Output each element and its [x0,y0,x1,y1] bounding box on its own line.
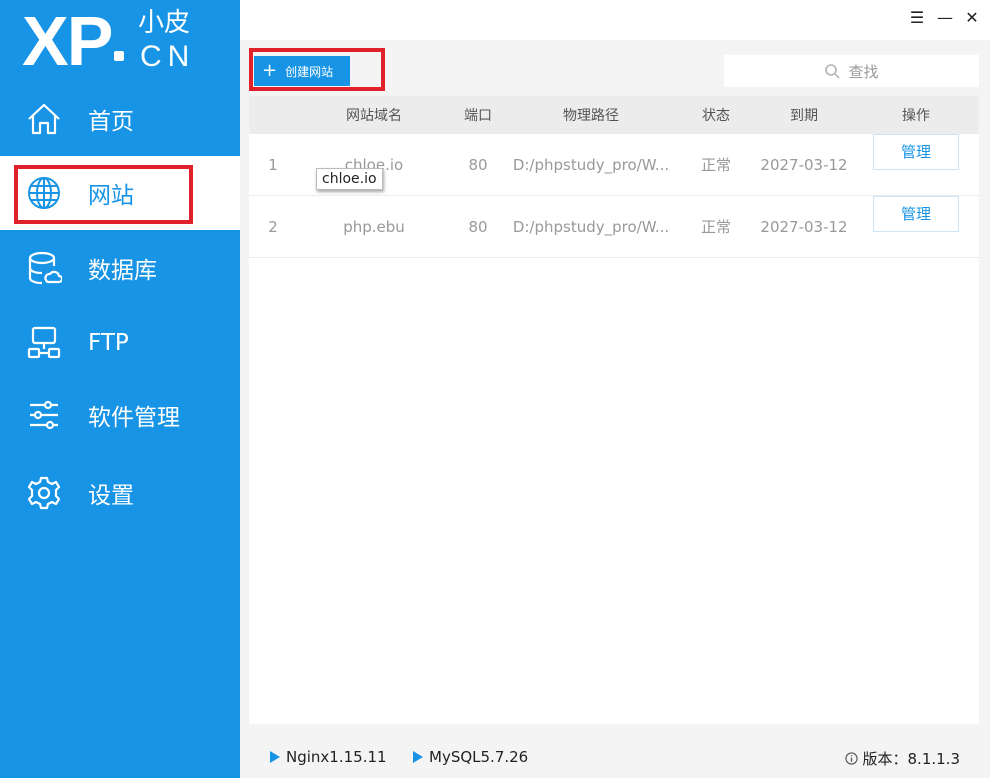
row-port: 80 [468,218,488,236]
title-bar [240,0,990,40]
search-placeholder: 查找 [848,62,879,81]
create-website-button[interactable]: + 创建网站 [254,56,350,86]
row-expiry: 2027-03-12 [760,218,848,236]
sliders-icon [30,400,58,430]
column-header: 端口 [464,108,492,124]
search-icon [825,64,841,79]
create-website-label: 创建网站 [285,64,334,79]
table-header: 网站域名 端口 物理路径 状态 到期 操作 [249,96,979,134]
gear-icon [27,476,61,510]
info-icon [844,752,858,765]
domain-tooltip: chloe.io [316,168,383,190]
sidebar-item-website[interactable]: 网站 [0,156,240,230]
column-header: 到期 [790,108,818,124]
row-port: 80 [468,156,488,174]
minimize-button[interactable]: — [935,8,955,28]
sidebar-item-label: 软件管理 [88,405,180,431]
row-expiry: 2027-03-12 [760,156,848,174]
sidebar-item-settings[interactable]: 设置 [0,456,240,530]
sidebar-item-home[interactable]: 首页 [0,82,240,156]
globe-icon [28,177,60,209]
row-index: 1 [268,156,278,174]
column-header: 状态 [702,108,730,124]
sidebar-item-label: 网站 [88,183,134,209]
nginx-service[interactable]: Nginx1.15.11 [270,748,387,766]
row-domain: php.ebu [343,218,405,236]
logo-bottom-text: CN [140,40,196,73]
database-icon [28,251,62,285]
manage-button[interactable]: 管理 [873,134,959,170]
column-header: 网站域名 [346,108,402,124]
logo-top-text: 小皮 [138,8,191,38]
sidebar-item-label: 设置 [88,483,134,509]
menu-button[interactable]: ☰ [907,8,927,28]
play-icon [270,751,280,763]
version-info: 版本： 8.1.1.3 [844,748,960,769]
logo-dot [114,51,124,61]
row-path: D:/phpstudy_pro/W... [512,156,670,174]
sidebar: XP 小皮 CN 首页 网站 数据库 FTP 软件管理 设置 [0,0,240,778]
sidebar-item-label: 数据库 [88,258,157,284]
version-value: 8.1.1.3 [907,749,960,768]
row-path: D:/phpstudy_pro/W... [512,218,670,236]
play-icon [413,751,423,763]
row-index: 2 [268,218,278,236]
sidebar-item-ftp[interactable]: FTP [0,306,240,380]
mysql-label: MySQL5.7.26 [429,748,529,766]
logo-main: XP [22,2,113,80]
sidebar-item-label: 首页 [88,109,134,135]
row-status: 正常 [700,156,731,174]
mysql-service[interactable]: MySQL5.7.26 [413,748,528,766]
version-label: 版本： [862,750,908,768]
home-icon [28,103,60,135]
search-input[interactable]: 查找 [724,55,979,87]
plus-icon: + [262,60,278,81]
sidebar-item-database[interactable]: 数据库 [0,231,240,305]
column-header: 物理路径 [563,108,619,124]
row-status: 正常 [700,218,731,236]
close-button[interactable]: ✕ [962,8,982,28]
sidebar-item-label: FTP [88,330,129,356]
status-bar: Nginx1.15.11 MySQL5.7.26 版本： 8.1.1.3 [240,740,990,778]
ftp-icon [27,326,61,359]
sidebar-item-software[interactable]: 软件管理 [0,378,240,452]
nginx-label: Nginx1.15.11 [286,748,387,766]
table-row[interactable]: 2 php.ebu 80 D:/phpstudy_pro/W... 正常 202… [249,196,979,258]
column-header: 操作 [902,108,930,124]
manage-button[interactable]: 管理 [873,196,959,232]
